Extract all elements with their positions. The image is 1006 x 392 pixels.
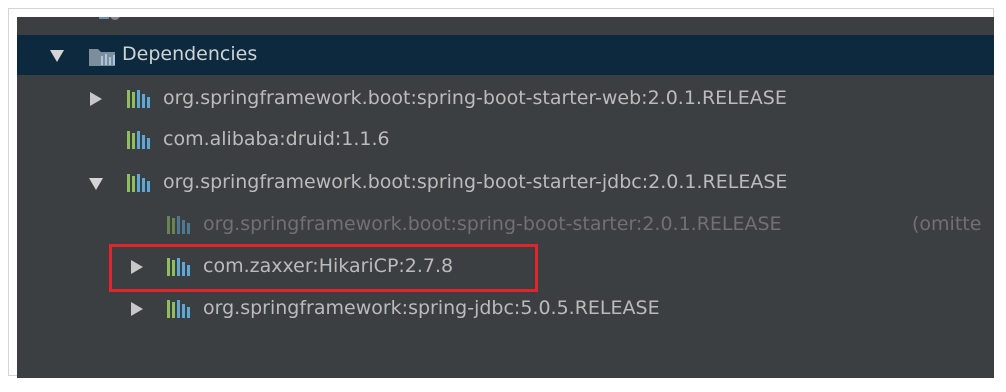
- expand-arrow-icon[interactable]: [90, 92, 102, 106]
- tree-node-dependency[interactable]: org.springframework.boot:spring-boot-sta…: [17, 163, 994, 203]
- library-bars-icon: [127, 174, 150, 192]
- expand-arrow-icon[interactable]: [50, 50, 64, 62]
- tree-node-dependency[interactable]: com.alibaba:druid:1.1.6: [17, 120, 994, 160]
- expand-arrow-icon[interactable]: [131, 302, 143, 316]
- tree-node-label: org.springframework.boot:spring-boot-sta…: [163, 87, 787, 109]
- library-bars-icon: [127, 131, 150, 149]
- red-highlight-box: [109, 244, 538, 292]
- tree-node-label: Dependencies: [122, 43, 258, 65]
- library-bars-icon: [167, 300, 190, 318]
- tree-node-dependency-omitted[interactable]: org.springframework.boot:spring-boot-sta…: [17, 205, 994, 245]
- tree-node-label: org.springframework.boot:spring-boot-sta…: [203, 213, 782, 235]
- cut-off-icon: [99, 17, 120, 20]
- tree-node-label: com.alibaba:druid:1.1.6: [163, 128, 390, 150]
- tree-node-dependency[interactable]: org.springframework:spring-jdbc:5.0.5.RE…: [17, 289, 994, 329]
- tree-node-dependencies[interactable]: Dependencies: [17, 35, 994, 75]
- library-bars-icon: [127, 90, 150, 108]
- maven-dependencies-folder-icon: [89, 49, 115, 66]
- cut-off-row: [17, 17, 994, 37]
- omitted-suffix: (omitte: [912, 213, 982, 235]
- maven-project-tree: Dependencies org.springframework.boot:sp…: [17, 17, 994, 378]
- tree-node-label: org.springframework:spring-jdbc:5.0.5.RE…: [203, 297, 660, 319]
- expand-arrow-icon[interactable]: [89, 178, 103, 190]
- tree-node-dependency[interactable]: org.springframework.boot:spring-boot-sta…: [17, 79, 994, 119]
- tree-node-label: org.springframework.boot:spring-boot-sta…: [163, 171, 788, 193]
- library-bars-icon: [167, 216, 190, 234]
